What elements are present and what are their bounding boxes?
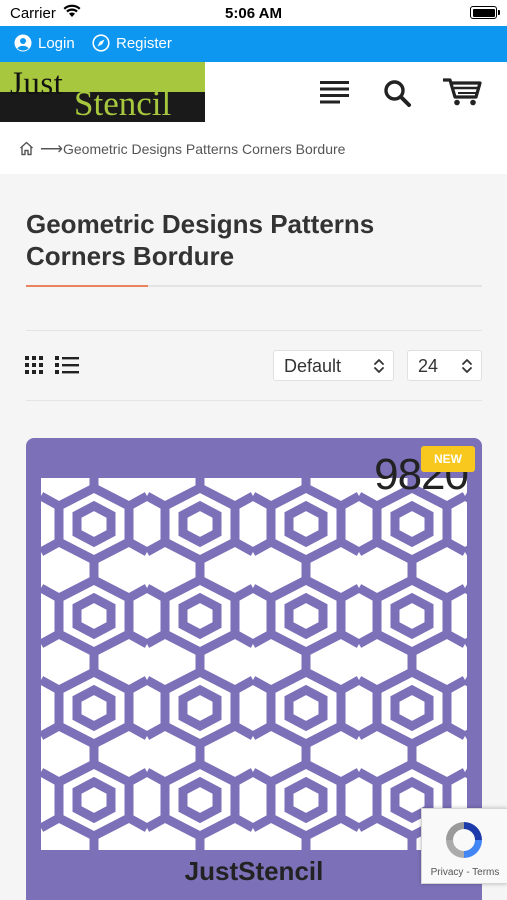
login-label: Login	[38, 34, 75, 52]
new-badge: NEW	[421, 446, 475, 472]
product-card[interactable]: 9820 JustStencil	[26, 438, 482, 900]
clock: 5:06 AM	[225, 5, 282, 22]
menu-icon[interactable]	[320, 80, 350, 109]
login-link[interactable]: Login	[14, 34, 75, 52]
logo-word-just: Just	[10, 66, 64, 102]
battery-icon	[470, 6, 500, 19]
recaptcha-terms-link[interactable]: Privacy - Terms	[422, 867, 507, 878]
select-chevron-icon	[461, 357, 473, 380]
breadcrumb-current: Geometric Designs Patterns Corners Bordu…	[63, 141, 346, 157]
site-header: Just Stencil	[0, 62, 507, 126]
logo-word-stencil: Stencil	[74, 84, 172, 122]
search-icon[interactable]	[383, 79, 411, 112]
toolbar-divider-top	[26, 330, 482, 331]
per-page-select[interactable]: 24	[407, 350, 482, 381]
register-link[interactable]: Register	[92, 34, 172, 52]
cart-icon[interactable]	[441, 75, 483, 112]
sort-select-value: Default	[284, 356, 342, 376]
select-chevron-icon	[373, 357, 385, 380]
breadcrumb: ⟶ Geometric Designs Patterns Corners Bor…	[0, 126, 507, 174]
user-icon	[14, 34, 32, 52]
title-divider	[26, 285, 482, 287]
compass-icon	[92, 34, 110, 52]
product-image	[41, 478, 467, 850]
sort-select[interactable]: Default	[273, 350, 394, 381]
list-view-icon[interactable]	[55, 356, 79, 379]
home-icon[interactable]	[19, 141, 34, 159]
breadcrumb-separator-icon: ⟶	[40, 141, 63, 158]
product-brand: JustStencil	[184, 856, 324, 886]
toolbar-divider-bottom	[26, 400, 482, 401]
register-label: Register	[116, 34, 172, 52]
status-bar: Carrier 5:06 AM	[0, 0, 507, 26]
grid-view-icon[interactable]	[25, 356, 43, 379]
per-page-select-value: 24	[418, 356, 439, 376]
page-title: Geometric Designs Patterns Corners Bordu…	[26, 209, 375, 271]
recaptcha-icon	[441, 817, 487, 868]
recaptcha-badge[interactable]: Privacy - Terms	[421, 808, 507, 884]
top-bar: Login Register	[0, 26, 507, 62]
site-logo[interactable]: Just Stencil	[0, 62, 205, 122]
